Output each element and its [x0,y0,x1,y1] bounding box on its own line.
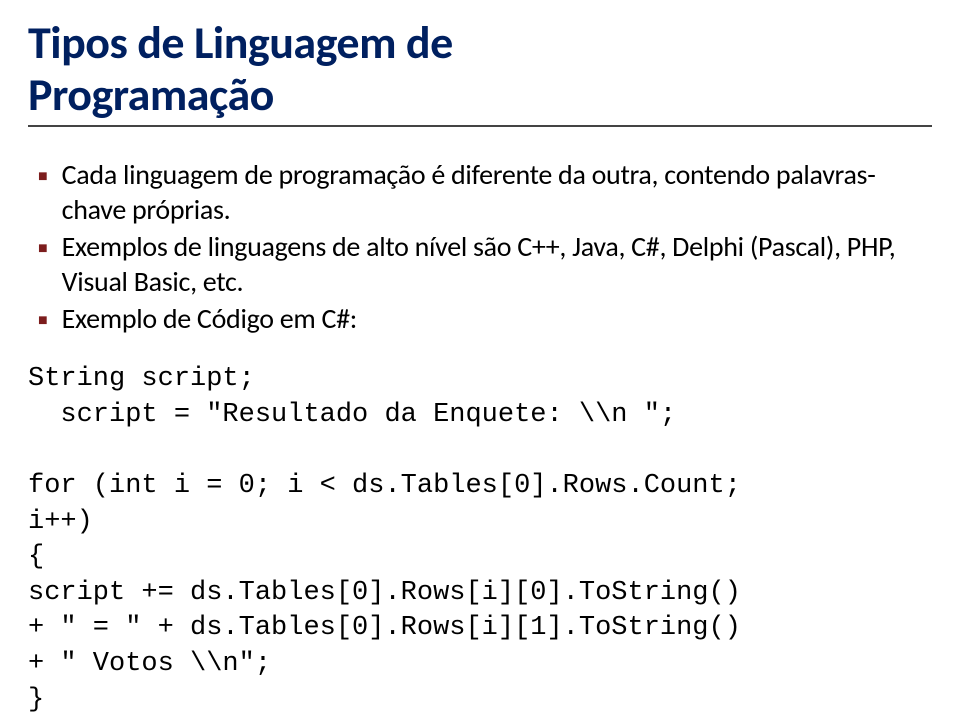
bullet-text: Exemplo de Código em C#: [62,301,357,336]
bullet-item: ■ Exemplo de Código em C#: [38,301,932,336]
slide-title: Tipos de Linguagem de Programação [28,18,932,121]
title-underline [28,125,932,127]
bullet-text: Cada linguagem de programação é diferent… [62,157,932,227]
title-line-2: Programação [28,67,274,123]
code-block: String script; script = "Resultado da En… [28,362,932,718]
bullet-list: ■ Cada linguagem de programação é difere… [38,157,932,336]
bullet-item: ■ Cada linguagem de programação é difere… [38,157,932,227]
bullet-text: Exemplos de linguagens de alto nível são… [62,229,932,299]
bullet-marker-icon: ■ [38,311,48,330]
bullet-item: ■ Exemplos de linguagens de alto nível s… [38,229,932,299]
bullet-marker-icon: ■ [38,167,48,186]
bullet-marker-icon: ■ [38,239,48,258]
title-line-1: Tipos de Linguagem de [28,15,453,71]
